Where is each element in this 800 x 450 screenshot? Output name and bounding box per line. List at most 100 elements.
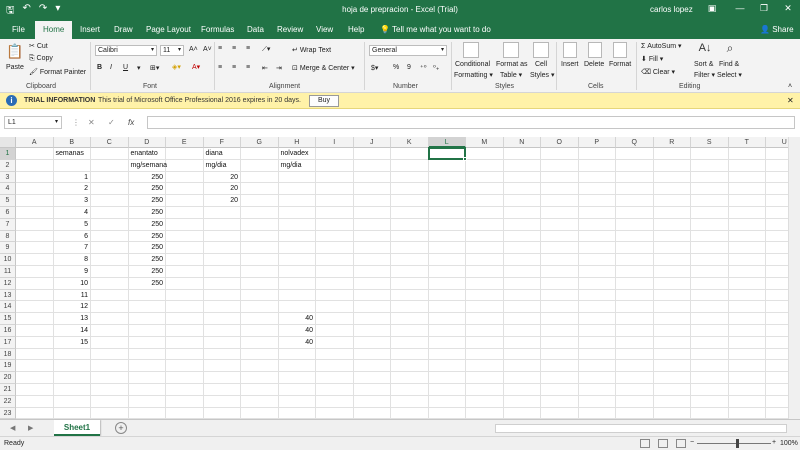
row-header-18[interactable]: 18: [0, 348, 16, 361]
cell-h2[interactable]: mg/dia: [281, 160, 314, 171]
sheet-tab-sheet1[interactable]: Sheet1: [54, 420, 100, 436]
zoom-slider[interactable]: [697, 443, 771, 444]
row-header-16[interactable]: 16: [0, 325, 16, 337]
cell-b4[interactable]: 2: [56, 183, 88, 194]
column-header-q[interactable]: Q: [616, 137, 654, 148]
column-header-a[interactable]: A: [16, 137, 54, 148]
font-color-icon[interactable]: A▾: [192, 63, 200, 71]
cell-b16[interactable]: 14: [56, 325, 88, 336]
column-header-p[interactable]: P: [578, 137, 616, 148]
align-right-icon[interactable]: ≡: [246, 64, 250, 71]
tab-view[interactable]: View: [316, 25, 333, 34]
column-header-c[interactable]: C: [91, 137, 129, 148]
insert-function-button[interactable]: fx: [128, 118, 134, 127]
close-icon[interactable]: ✕: [776, 3, 800, 14]
cell-styles-label2[interactable]: Styles ▾: [530, 71, 555, 79]
format-cells-button[interactable]: Format: [609, 61, 631, 68]
share-button[interactable]: 👤 Share: [760, 25, 794, 34]
cell-f3[interactable]: 20: [206, 172, 238, 183]
italic-button[interactable]: I: [110, 64, 112, 71]
underline-button[interactable]: U: [123, 64, 128, 71]
tab-formulas[interactable]: Formulas: [201, 25, 234, 34]
column-header-g[interactable]: G: [241, 137, 279, 148]
buy-button[interactable]: Buy: [309, 95, 339, 107]
delete-cells-button[interactable]: Delete: [584, 61, 604, 68]
cancel-icon[interactable]: ✕: [88, 118, 95, 127]
shrink-font-icon[interactable]: A˅: [203, 46, 212, 53]
format-painter-button[interactable]: 🖌 Format Painter: [29, 68, 86, 76]
row-header-23[interactable]: 23: [0, 407, 16, 419]
increase-indent-icon[interactable]: ⇥: [276, 64, 282, 72]
tab-file[interactable]: File: [12, 25, 25, 34]
row-header-12[interactable]: 12: [0, 277, 16, 290]
cell-d1[interactable]: enantato: [131, 148, 164, 159]
tell-me-search[interactable]: 💡 Tell me what you want to do: [380, 25, 491, 34]
column-header-b[interactable]: B: [53, 137, 91, 148]
decrease-indent-icon[interactable]: ⇤: [262, 64, 268, 72]
row-header-2[interactable]: 2: [0, 159, 16, 172]
percent-button[interactable]: %: [393, 64, 399, 71]
row-header-21[interactable]: 21: [0, 384, 16, 396]
add-sheet-icon[interactable]: +: [115, 422, 127, 434]
column-header-h[interactable]: H: [278, 137, 316, 148]
cell-b7[interactable]: 5: [56, 219, 88, 230]
active-cell-outline[interactable]: [427, 147, 466, 160]
cell-d4[interactable]: 250: [131, 183, 163, 194]
insert-cells-icon[interactable]: [563, 42, 577, 58]
chevron-down-icon[interactable]: ▾: [137, 64, 141, 72]
row-header-9[interactable]: 9: [0, 242, 16, 255]
paste-icon[interactable]: 📋: [6, 43, 24, 60]
row-header-19[interactable]: 19: [0, 360, 16, 373]
collapse-ribbon-icon[interactable]: ˄: [788, 83, 792, 90]
normal-view-icon[interactable]: [640, 439, 650, 448]
column-header-j[interactable]: J: [353, 137, 391, 148]
cell-styles-icon[interactable]: [533, 42, 549, 58]
column-header-o[interactable]: O: [541, 137, 579, 148]
column-header-k[interactable]: K: [391, 137, 429, 148]
tab-home[interactable]: Home: [35, 21, 73, 39]
find-select-label2[interactable]: Select ▾: [717, 71, 742, 79]
format-as-table-button[interactable]: Format as: [496, 61, 528, 68]
cell-d12[interactable]: 250: [131, 278, 163, 289]
cell-b9[interactable]: 7: [56, 242, 88, 253]
delete-cells-icon[interactable]: [588, 42, 602, 58]
row-header-5[interactable]: 5: [0, 195, 16, 207]
row-header-20[interactable]: 20: [0, 372, 16, 384]
cell-d6[interactable]: 250: [131, 207, 163, 218]
close-icon[interactable]: ✕: [787, 96, 794, 105]
cell-b5[interactable]: 3: [56, 195, 88, 206]
bold-button[interactable]: B: [97, 64, 102, 71]
copy-button[interactable]: ⎘ Copy: [29, 55, 53, 63]
insert-cells-button[interactable]: Insert: [561, 61, 579, 68]
cell-b1[interactable]: semanas: [56, 148, 89, 159]
row-header-10[interactable]: 10: [0, 254, 16, 266]
cell-d3[interactable]: 250: [131, 172, 163, 183]
sort-filter-icon[interactable]: A↓: [697, 42, 713, 54]
find-select-button[interactable]: Find &: [719, 61, 739, 68]
column-header-e[interactable]: E: [166, 137, 204, 148]
format-as-table-label2[interactable]: Table ▾: [500, 71, 522, 79]
conditional-formatting-button[interactable]: Conditional: [455, 61, 490, 68]
zoom-in-icon[interactable]: +: [772, 439, 776, 446]
next-sheet-icon[interactable]: ▶: [28, 424, 33, 432]
column-header-f[interactable]: F: [203, 137, 241, 148]
fill-button[interactable]: ⬇ Fill ▾: [641, 55, 663, 63]
wrap-text-button[interactable]: ↵ Wrap Text: [292, 46, 331, 54]
cell-h17[interactable]: 40: [281, 337, 313, 348]
column-header-s[interactable]: S: [691, 137, 729, 148]
row-header-15[interactable]: 15: [0, 313, 16, 325]
orientation-icon[interactable]: ⟋▾: [262, 45, 270, 54]
search-icon[interactable]: ⌕: [722, 41, 738, 56]
cell-d2[interactable]: mg/semana: [131, 160, 168, 171]
page-break-view-icon[interactable]: [676, 439, 686, 448]
restore-icon[interactable]: ❐: [752, 3, 776, 14]
cell-h1[interactable]: nolvadex: [281, 148, 314, 159]
format-cells-icon[interactable]: [613, 42, 627, 58]
cell-f4[interactable]: 20: [206, 183, 238, 194]
paste-button[interactable]: Paste: [6, 64, 24, 71]
row-header-17[interactable]: 17: [0, 336, 16, 349]
row-header-3[interactable]: 3: [0, 171, 16, 184]
comma-button[interactable]: 9: [407, 64, 411, 71]
column-header-m[interactable]: M: [466, 137, 504, 148]
tab-help[interactable]: Help: [348, 25, 364, 34]
